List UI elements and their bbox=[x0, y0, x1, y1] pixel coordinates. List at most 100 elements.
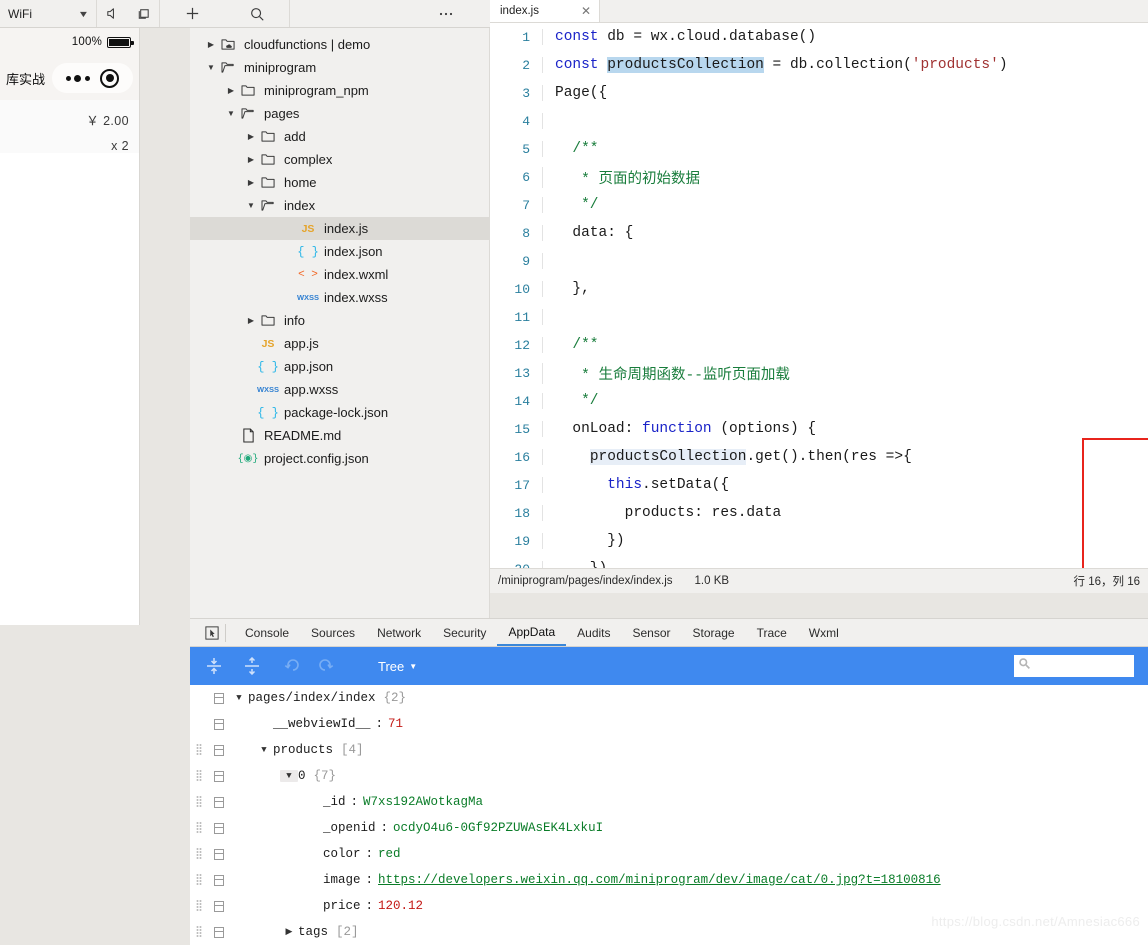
code-line[interactable]: 14 */ bbox=[490, 387, 1148, 415]
simulator-phone[interactable]: 100% 库实战 ￥ 2.00 x 2 bbox=[0, 28, 140, 625]
devtools-tab-sensor[interactable]: Sensor bbox=[622, 619, 682, 646]
file-tree-item-package-lock-json[interactable]: { } package-lock.json bbox=[190, 401, 489, 424]
collapse-all-icon[interactable] bbox=[242, 656, 262, 676]
appdata-tree[interactable]: ▼ pages/index/index {2} __webviewId__:71 ▼ pr… bbox=[190, 685, 1148, 945]
code-line[interactable]: 4 bbox=[490, 107, 1148, 135]
code-line-text[interactable]: data: { bbox=[542, 225, 1148, 241]
redo-icon[interactable] bbox=[318, 656, 338, 676]
view-mode-selector[interactable]: Tree ▼ bbox=[378, 659, 417, 674]
inspect-element-icon[interactable] bbox=[198, 623, 226, 642]
search-input[interactable] bbox=[1035, 660, 1130, 672]
drag-handle[interactable] bbox=[190, 821, 208, 835]
drag-handle[interactable] bbox=[190, 925, 208, 939]
code-line[interactable]: 8 data: { bbox=[490, 219, 1148, 247]
file-tree-item-cloudfunctions-demo[interactable]: ▶ cloudfunctions | demo bbox=[190, 33, 489, 56]
devtools-tab-network[interactable]: Network bbox=[366, 619, 432, 646]
drag-handle[interactable] bbox=[190, 769, 208, 783]
appdata-value[interactable]: https://developers.weixin.qq.com/minipro… bbox=[378, 873, 941, 887]
appdata-row[interactable]: color: red bbox=[190, 841, 1148, 867]
code-line-text[interactable]: * 生命周期函数--监听页面加载 bbox=[542, 362, 1148, 384]
file-tree-item-app-wxss[interactable]: WXSS app.wxss bbox=[190, 378, 489, 401]
code-line[interactable]: 15 onLoad: function (options) { bbox=[490, 415, 1148, 443]
code-line[interactable]: 11 bbox=[490, 303, 1148, 331]
expand-all-icon[interactable] bbox=[204, 656, 224, 676]
devtools-tab-audits[interactable]: Audits bbox=[566, 619, 621, 646]
file-tree-item-add[interactable]: ▶ add bbox=[190, 125, 489, 148]
code-line-text[interactable] bbox=[542, 113, 1148, 129]
file-tree-item-index-json[interactable]: { } index.json bbox=[190, 240, 489, 263]
chevron-right-icon[interactable]: ▶ bbox=[244, 155, 258, 164]
devtools-tab-bar[interactable]: Console Sources Network Security AppData Audi… bbox=[190, 619, 1148, 647]
file-tree-item-index-wxss[interactable]: WXSS index.wxss bbox=[190, 286, 489, 309]
code-line[interactable]: 17 this.setData({ bbox=[490, 471, 1148, 499]
drag-handle[interactable] bbox=[190, 847, 208, 861]
code-line-text[interactable]: /** bbox=[542, 337, 1148, 353]
undo-icon[interactable] bbox=[280, 656, 300, 676]
devtools-tab-appdata[interactable]: AppData bbox=[497, 619, 567, 646]
code-line-text[interactable]: */ bbox=[542, 197, 1148, 213]
search-icon[interactable] bbox=[246, 3, 268, 25]
file-tree-item-pages[interactable]: ▼ pages bbox=[190, 102, 489, 125]
code-line-text[interactable]: }, bbox=[542, 281, 1148, 297]
code-line[interactable]: 10 }, bbox=[490, 275, 1148, 303]
appdata-row[interactable]: image: https://developers.weixin.qq.com/m… bbox=[190, 867, 1148, 893]
devtools-tab-sources[interactable]: Sources bbox=[300, 619, 366, 646]
file-tree-item-home[interactable]: ▶ home bbox=[190, 171, 489, 194]
code-line-text[interactable]: products: res.data bbox=[542, 505, 1148, 521]
close-icon[interactable]: ✕ bbox=[581, 4, 591, 18]
code-line[interactable]: 12 /** bbox=[490, 331, 1148, 359]
row-checkbox[interactable] bbox=[208, 900, 230, 912]
chevron-right-icon[interactable]: ▶ bbox=[224, 86, 238, 95]
code-line[interactable]: 6 * 页面的初始数据 bbox=[490, 163, 1148, 191]
code-line-text[interactable]: * 页面的初始数据 bbox=[542, 166, 1148, 188]
code-line-text[interactable] bbox=[542, 253, 1148, 269]
file-tree-item-index[interactable]: ▼ index bbox=[190, 194, 489, 217]
chevron-down-icon[interactable]: ▼ bbox=[244, 201, 258, 210]
chevron-right-icon[interactable]: ▶ bbox=[244, 132, 258, 141]
chevron-down-icon[interactable]: ▼ bbox=[280, 770, 298, 782]
appdata-row[interactable]: ▼ 0 {7} bbox=[190, 763, 1148, 789]
code-line[interactable]: 13 * 生命周期函数--监听页面加载 bbox=[490, 359, 1148, 387]
code-line[interactable]: 5 /** bbox=[490, 135, 1148, 163]
drag-handle[interactable] bbox=[190, 899, 208, 913]
code-line[interactable]: 9 bbox=[490, 247, 1148, 275]
code-line-text[interactable] bbox=[542, 309, 1148, 325]
appdata-row[interactable]: ▼ products [4] bbox=[190, 737, 1148, 763]
file-tree-item-app-js[interactable]: JS app.js bbox=[190, 332, 489, 355]
chevron-down-icon[interactable]: ▼ bbox=[224, 109, 238, 118]
devtools-tab-console[interactable]: Console bbox=[234, 619, 300, 646]
appdata-row[interactable]: ▼ pages/index/index {2} bbox=[190, 685, 1148, 711]
code-line-text[interactable]: this.setData({ bbox=[542, 477, 1148, 493]
code-line-text[interactable]: */ bbox=[542, 393, 1148, 409]
devtools-tab-security[interactable]: Security bbox=[432, 619, 497, 646]
drag-handle[interactable] bbox=[190, 743, 208, 757]
row-checkbox[interactable] bbox=[208, 744, 230, 756]
close-target-icon[interactable] bbox=[100, 68, 120, 88]
appdata-row[interactable]: _openid: ocdyO4u6-0Gf92PZUWAsEK4LxkuI bbox=[190, 815, 1148, 841]
code-line[interactable]: 3 Page({ bbox=[490, 79, 1148, 107]
file-tree-item-readme-md[interactable]: README.md bbox=[190, 424, 489, 447]
row-checkbox[interactable] bbox=[208, 796, 230, 808]
appdata-row[interactable]: __webviewId__:71 bbox=[190, 711, 1148, 737]
chevron-right-icon[interactable]: ▶ bbox=[280, 927, 298, 937]
code-line-text[interactable]: onLoad: function (options) { bbox=[542, 421, 1148, 437]
editor-tab-index-js[interactable]: index.js ✕ bbox=[490, 0, 600, 22]
row-checkbox[interactable] bbox=[208, 718, 230, 730]
chevron-right-icon[interactable]: ▶ bbox=[244, 178, 258, 187]
code-area[interactable]: 1 const db = wx.cloud.database() 2 const pr… bbox=[490, 23, 1148, 593]
code-line-text[interactable]: Page({ bbox=[542, 85, 1148, 101]
plus-icon[interactable] bbox=[181, 3, 203, 25]
row-checkbox[interactable] bbox=[208, 848, 230, 860]
row-checkbox[interactable] bbox=[208, 692, 230, 704]
code-line-text[interactable]: /** bbox=[542, 141, 1148, 157]
file-tree-item-complex[interactable]: ▶ complex bbox=[190, 148, 489, 171]
devtools-tab-storage[interactable]: Storage bbox=[682, 619, 746, 646]
chevron-right-icon[interactable]: ▶ bbox=[244, 316, 258, 325]
row-checkbox[interactable] bbox=[208, 874, 230, 886]
wechat-capsule-button[interactable] bbox=[52, 63, 133, 93]
code-line[interactable]: 7 */ bbox=[490, 191, 1148, 219]
mute-icon[interactable] bbox=[102, 3, 124, 25]
code-line-text[interactable]: const productsCollection = db.collection… bbox=[542, 57, 1148, 73]
code-line-text[interactable]: productsCollection.get().then(res =>{ bbox=[542, 449, 1148, 465]
appdata-search-box[interactable] bbox=[1014, 655, 1134, 677]
